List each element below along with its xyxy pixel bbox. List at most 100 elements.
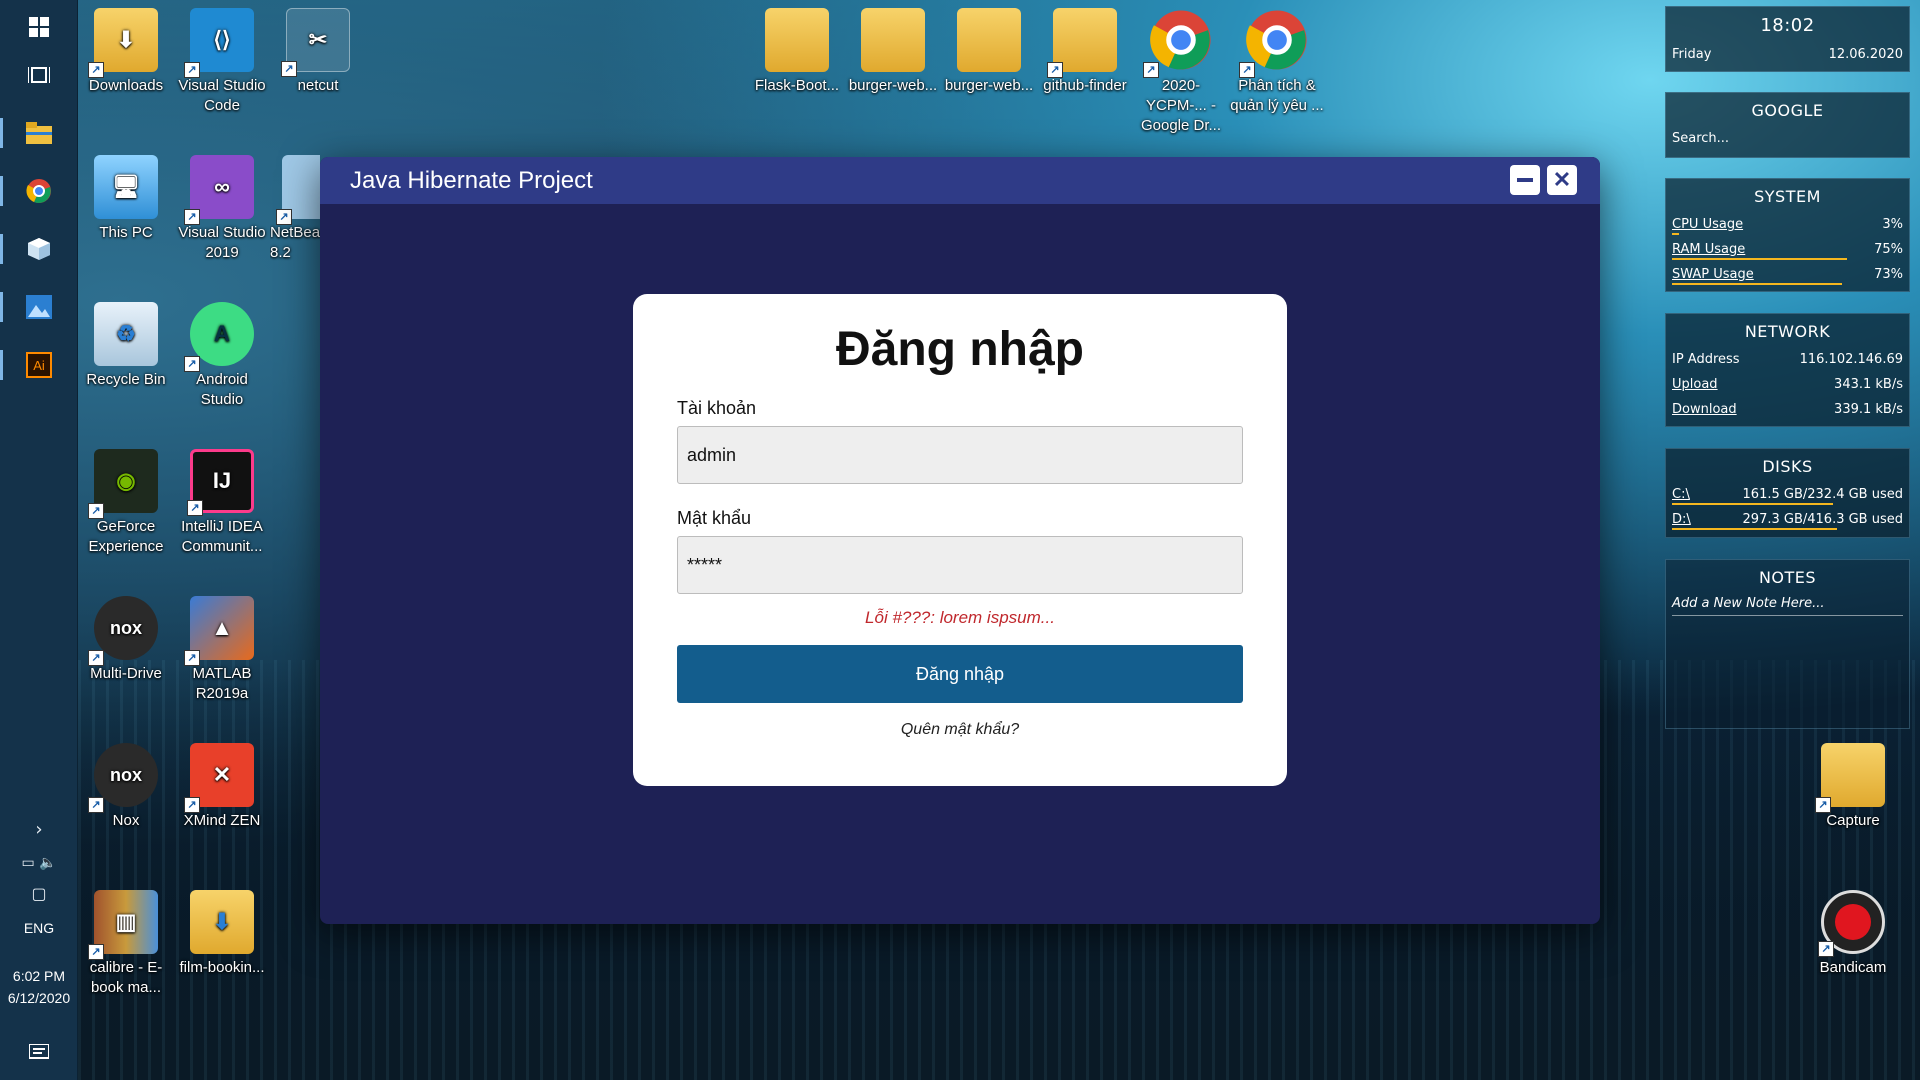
android-studio-icon: A ↗ — [184, 302, 254, 372]
system-widget: SYSTEM CPU Usage 3% RAM Usage 75% SWAP U… — [1665, 178, 1910, 292]
nox-icon: nox ↗ — [88, 743, 158, 813]
xmind-icon: ✕ ↗ — [184, 743, 254, 813]
desktop-icon-recycle-bin[interactable]: ♻ Recycle Bin — [78, 294, 174, 390]
disk-c-bar — [1672, 503, 1833, 505]
swap-usage-bar — [1672, 283, 1843, 285]
desktop-icon-film-booking[interactable]: ⬇ film-bookin... — [174, 882, 270, 978]
desktop-icon-xmind[interactable]: ✕ ↗ XMind ZEN — [174, 735, 270, 831]
desktop-icon-vscode[interactable]: ⟨⟩ ↗ Visual Studio Code — [174, 0, 270, 116]
desktop-icon-ycpm-drive[interactable]: ↗ 2020-YCPM-... - Google Dr... — [1133, 0, 1229, 136]
desktop-icon-intellij[interactable]: IJ ↗ IntelliJ IDEA Communit... — [174, 441, 270, 557]
network-row-upload: Upload 343.1 kB/s — [1672, 377, 1903, 392]
password-field[interactable]: ***** — [677, 536, 1243, 594]
widget-google-title: GOOGLE — [1751, 101, 1824, 120]
visual-studio-icon: ∞ ↗ — [184, 155, 254, 225]
photos-icon[interactable] — [0, 284, 64, 330]
network-icon[interactable]: ▢ — [14, 870, 64, 916]
desktop-icon-capture[interactable]: ↗ Capture — [1805, 735, 1901, 831]
desktop-icon-android-studio[interactable]: A ↗ Android Studio — [174, 294, 270, 410]
minimize-icon — [1517, 178, 1533, 182]
widget-network-title: NETWORK — [1744, 322, 1831, 341]
close-button[interactable]: ✕ — [1547, 165, 1577, 195]
password-label: Mật khẩu — [677, 508, 752, 528]
login-card: Đăng nhập Tài khoản admin Mật khẩu *****… — [633, 294, 1287, 786]
widget-clock-day: Friday — [1672, 47, 1712, 62]
desktop-icon-this-pc[interactable]: 🖥 This PC — [78, 147, 174, 243]
minimize-button[interactable] — [1510, 165, 1540, 195]
desktop-icon-netcut[interactable]: ✂ ↗ netcut — [270, 0, 366, 96]
widget-clock-date: 12.06.2020 — [1828, 47, 1903, 62]
network-row-download: Download 339.1 kB/s — [1672, 402, 1903, 417]
scissors-icon: ✂ ↗ — [281, 8, 350, 77]
login-button[interactable]: Đăng nhập — [677, 645, 1243, 703]
google-widget: GOOGLE Search... — [1665, 92, 1910, 158]
widget-notes-title: NOTES — [1758, 568, 1817, 587]
folder-icon — [957, 8, 1021, 72]
login-heading: Đăng nhập — [836, 323, 1084, 376]
system-row-ram: RAM Usage 75% — [1666, 237, 1909, 262]
desktop-icon-matlab[interactable]: ▲ ↗ MATLAB R2019a — [174, 588, 270, 704]
task-view-icon[interactable] — [14, 52, 64, 98]
bandicam-icon: ↗ — [1818, 890, 1885, 957]
computer-icon: 🖥 — [94, 155, 158, 219]
desktop-icon-multi-drive[interactable]: nox ↗ Multi-Drive — [78, 588, 174, 684]
file-explorer-icon[interactable] — [0, 110, 64, 156]
network-row-ip: IP Address 116.102.146.69 — [1672, 352, 1903, 367]
language-indicator[interactable]: ENG — [0, 920, 78, 936]
windows-start-icon[interactable] — [14, 4, 64, 50]
disk-row-c: C:\ 161.5 GB/232.4 GB used — [1666, 482, 1909, 507]
nvidia-icon: ◉ ↗ — [88, 449, 158, 519]
notes-widget: NOTES Add a New Note Here... — [1665, 559, 1910, 729]
desktop-icon-geforce[interactable]: ◉ ↗ GeForce Experience — [78, 441, 174, 557]
folder-download-icon: ⬇ ↗ — [88, 8, 158, 78]
desktop-icon-bandicam[interactable]: ↗ Bandicam — [1805, 882, 1901, 978]
desktop-icon-burger-web-2[interactable]: burger-web... — [941, 0, 1037, 96]
ram-usage-bar — [1672, 258, 1847, 260]
desktop-icon-calibre[interactable]: ▥ ↗ calibre - E-book ma... — [78, 882, 174, 998]
taskbar-time[interactable]: 6:02 PM — [0, 968, 78, 984]
clock-widget: 18:02 Friday 12.06.2020 — [1665, 6, 1910, 72]
system-row-swap: SWAP Usage 73% — [1666, 262, 1909, 287]
google-search-input[interactable]: Search... — [1672, 131, 1729, 146]
desktop-icon-github-finder[interactable]: ↗ github-finder — [1037, 0, 1133, 96]
app-window: Java Hibernate Project ✕ Đăng nhập Tài k… — [320, 157, 1600, 924]
error-message: Lỗi #???: lorem ispsum... — [865, 608, 1055, 627]
window-title: Java Hibernate Project — [350, 166, 593, 194]
desktop-icon-burger-web-1[interactable]: burger-web... — [845, 0, 941, 96]
netbeans-icon: ↗ — [276, 155, 320, 225]
notes-input[interactable]: Add a New Note Here... — [1672, 596, 1825, 611]
system-row-cpu: CPU Usage 3% — [1666, 212, 1909, 237]
chrome-icon[interactable] — [0, 168, 64, 214]
window-titlebar[interactable]: Java Hibernate Project ✕ — [320, 157, 1600, 204]
widget-system-title: SYSTEM — [1754, 187, 1821, 206]
folder-icon — [861, 8, 925, 72]
chrome-shortcut-icon: ↗ — [1143, 8, 1213, 78]
network-widget: NETWORK IP Address 116.102.146.69 Upload… — [1665, 313, 1910, 427]
disk-d-bar — [1672, 528, 1838, 530]
desktop-icon-visual-studio[interactable]: ∞ ↗ Visual Studio 2019 — [174, 147, 270, 263]
forgot-password-link[interactable]: Quên mật khẩu? — [633, 721, 1287, 739]
nox-multi-icon: nox ↗ — [88, 596, 158, 666]
vscode-icon: ⟨⟩ ↗ — [184, 8, 254, 78]
desktop-icon-nox[interactable]: nox ↗ Nox — [78, 735, 174, 831]
desktop-icon-downloads[interactable]: ⬇ ↗ Downloads — [78, 0, 174, 96]
close-icon: ✕ — [1552, 167, 1572, 192]
calibre-icon: ▥ ↗ — [88, 890, 158, 960]
desktop-icon-phan-tich[interactable]: ↗ Phân tích & quản lý yêu ... — [1229, 0, 1325, 116]
widget-disks-title: DISKS — [1762, 457, 1813, 476]
username-label: Tài khoản — [677, 398, 757, 418]
box-app-icon[interactable] — [0, 226, 64, 272]
desktop-icon-flask-boot[interactable]: Flask-Boot... — [749, 0, 845, 96]
intellij-icon: IJ ↗ — [187, 449, 254, 516]
recycle-bin-icon: ♻ — [94, 302, 158, 366]
action-center-icon[interactable] — [14, 1030, 64, 1076]
disk-row-d: D:\ 297.3 GB/416.3 GB used — [1666, 507, 1909, 532]
matlab-icon: ▲ ↗ — [184, 596, 254, 666]
desktop-icon-netbeans[interactable]: ↗ NetBea 8.2 — [270, 147, 320, 263]
chrome-shortcut-icon: ↗ — [1239, 8, 1309, 78]
illustrator-icon[interactable]: Ai — [0, 342, 64, 388]
taskbar-date[interactable]: 6/12/2020 — [0, 990, 78, 1006]
folder-icon: ↗ — [1047, 8, 1117, 78]
taskbar: Ai › ▭ 🔈 ▢ ENG 6:02 PM 6/12/2020 — [0, 0, 78, 1080]
username-field[interactable]: admin — [677, 426, 1243, 484]
